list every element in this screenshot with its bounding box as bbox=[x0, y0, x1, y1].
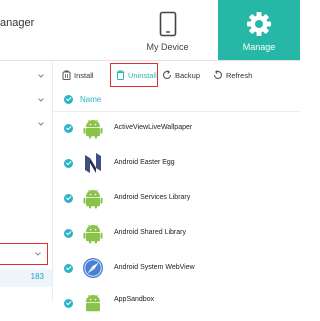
android-icon bbox=[83, 224, 103, 244]
uninstall-button[interactable]: Uninstall bbox=[110, 63, 158, 87]
chevron-down-icon bbox=[35, 252, 41, 256]
chevron-down-icon[interactable] bbox=[37, 120, 45, 128]
table-row[interactable]: Android Shared Library bbox=[52, 216, 300, 251]
gear-icon bbox=[247, 12, 271, 36]
uninstall-label: Uninstall bbox=[128, 70, 157, 80]
app-name: Android System WebView bbox=[114, 264, 195, 271]
backup-button[interactable]: Backup bbox=[162, 67, 200, 83]
tab-my-device-label: My Device bbox=[146, 42, 189, 52]
android-icon bbox=[83, 119, 103, 139]
refresh-icon bbox=[213, 70, 223, 79]
row-checkbox[interactable] bbox=[64, 159, 73, 168]
android-icon bbox=[83, 189, 103, 209]
table-row[interactable]: Android Easter Egg bbox=[52, 146, 300, 181]
android-icon bbox=[86, 294, 100, 312]
nougat-icon bbox=[85, 153, 101, 173]
sidebar: 183 bbox=[0, 61, 53, 300]
tab-my-device[interactable]: My Device bbox=[130, 0, 205, 60]
chevron-down-icon[interactable] bbox=[37, 96, 45, 104]
header: anager My Device Manage bbox=[0, 0, 300, 60]
table-row[interactable]: Android Services Library bbox=[52, 181, 300, 216]
row-checkbox[interactable] bbox=[64, 264, 73, 273]
row-checkbox[interactable] bbox=[64, 299, 73, 308]
tab-manage[interactable]: Manage bbox=[218, 0, 300, 60]
row-checkbox[interactable] bbox=[64, 229, 73, 238]
refresh-label: Refresh bbox=[226, 70, 253, 80]
sidebar-item-apps-selected[interactable] bbox=[0, 243, 48, 265]
table-header: Name bbox=[52, 89, 300, 112]
table-row[interactable]: ActiveViewLiveWallpaper bbox=[52, 111, 300, 146]
phone-icon bbox=[159, 11, 176, 37]
webview-compass-icon bbox=[83, 258, 103, 278]
install-button[interactable]: Install bbox=[62, 67, 94, 83]
tab-manage-label: Manage bbox=[242, 42, 276, 52]
trash-icon bbox=[116, 70, 125, 80]
column-header-name[interactable]: Name bbox=[80, 95, 101, 104]
app-title: anager bbox=[0, 17, 35, 29]
backup-icon bbox=[162, 70, 172, 79]
app-name: ActiveViewLiveWallpaper bbox=[114, 124, 193, 131]
install-icon bbox=[62, 70, 71, 80]
select-all-checkbox[interactable] bbox=[64, 95, 73, 104]
table-row[interactable]: Android System WebView bbox=[52, 251, 300, 286]
sidebar-item-user-apps[interactable]: 183 bbox=[0, 269, 52, 287]
table-row[interactable]: AppSandbox bbox=[52, 286, 300, 321]
row-checkbox[interactable] bbox=[64, 124, 73, 133]
chevron-down-icon[interactable] bbox=[37, 72, 45, 80]
backup-label: Backup bbox=[175, 70, 201, 80]
app-name: Android Services Library bbox=[114, 194, 191, 201]
row-checkbox[interactable] bbox=[64, 194, 73, 203]
app-name: Android Easter Egg bbox=[114, 159, 175, 166]
app-name: Android Shared Library bbox=[114, 229, 186, 236]
app-count-badge: 183 bbox=[30, 272, 44, 281]
toolbar: Install Uninstall Backup Refresh bbox=[52, 61, 300, 89]
install-label: Install bbox=[74, 70, 94, 80]
refresh-button[interactable]: Refresh bbox=[213, 67, 252, 83]
